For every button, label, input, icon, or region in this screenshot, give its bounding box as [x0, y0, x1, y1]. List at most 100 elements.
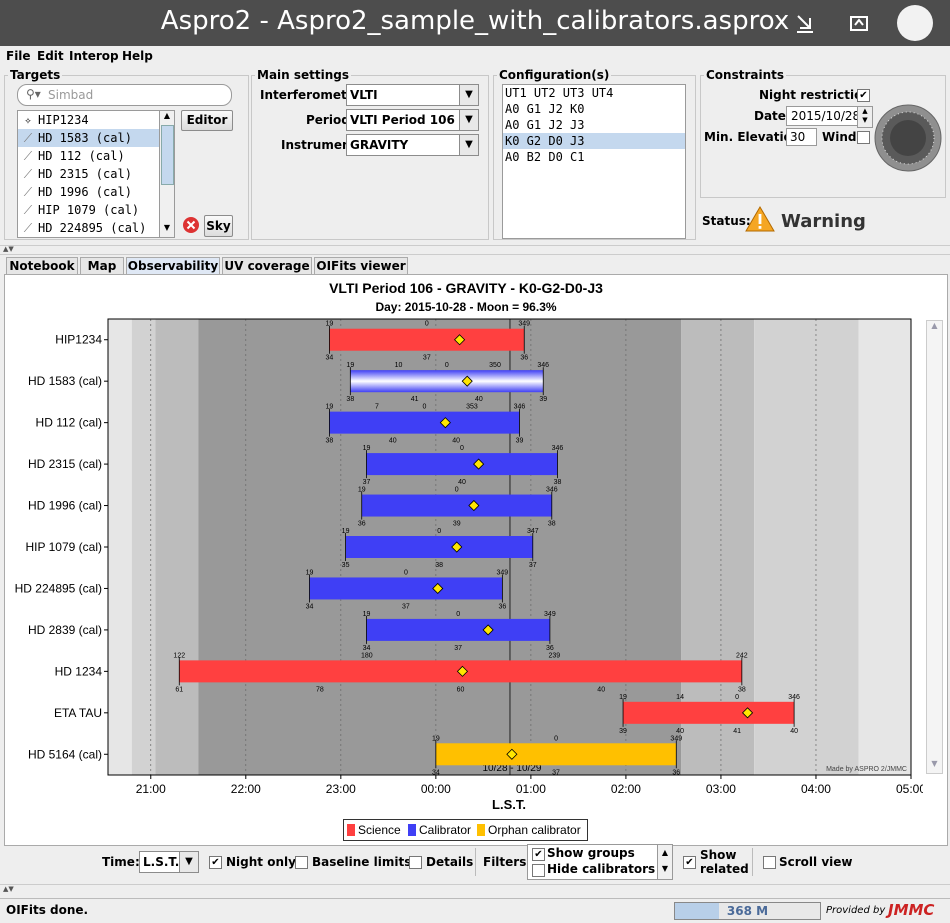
elevation-label: 40	[790, 728, 798, 735]
targets-list[interactable]: ✧ HIP1234 ⟋ HD 1583 (cal) ⟋ HD 112 (cal) ⟋ H…	[17, 110, 161, 238]
configurations-list[interactable]: UT1 UT2 UT3 UT4 A0 G1 J2 K0 A0 G1 J2 J3 …	[502, 84, 686, 239]
show-related-label-line1: Show	[700, 848, 737, 862]
config-item[interactable]: UT1 UT2 UT3 UT4	[505, 85, 685, 101]
azimuth-label: 19	[326, 321, 334, 328]
hide-calibrators-checkbox[interactable]	[532, 864, 545, 877]
legend-swatch-calibrator	[408, 824, 416, 836]
simbad-search-input[interactable]: ⚲▾ Simbad	[17, 84, 232, 106]
wind-compass-icon[interactable]	[874, 104, 942, 172]
scroll-view-label: Scroll view	[779, 855, 853, 869]
filters-scrollbar[interactable]: ▲ ▼	[657, 845, 672, 879]
wind-checkbox[interactable]	[857, 131, 870, 144]
period-select[interactable]: VLTI Period 106 ▼	[346, 109, 479, 131]
show-related-checkbox[interactable]: ✔	[683, 856, 696, 869]
interferometer-select[interactable]: VLTI ▼	[346, 84, 479, 106]
chart-scrollbar[interactable]: ▲ ▼	[926, 320, 943, 774]
elevation-label: 37	[423, 355, 431, 362]
scrollbar-thumb[interactable]	[161, 125, 174, 185]
baseline-limits-label: Baseline limits	[312, 855, 412, 869]
date-spinner[interactable]: ▲ ▼	[857, 106, 873, 128]
date-label: Date	[754, 109, 786, 123]
config-item[interactable]: A0 B2 D0 C1	[505, 149, 685, 165]
show-groups-checkbox[interactable]: ✔	[532, 848, 545, 861]
chart-watermark: Made by ASPRO 2/JMMC	[826, 766, 907, 773]
scroll-up-icon[interactable]: ▲	[160, 111, 174, 123]
details-checkbox[interactable]	[409, 856, 422, 869]
instrument-select[interactable]: GRAVITY ▼	[346, 134, 479, 156]
elevation-label: 36	[358, 521, 366, 528]
visibility-bar	[366, 453, 558, 476]
night-restriction-checkbox[interactable]: ✔	[857, 89, 870, 102]
azimuth-label: 19	[306, 569, 314, 576]
elevation-label: 78	[316, 686, 324, 693]
target-item-hd224895[interactable]: ⟋ HD 224895 (cal)	[18, 219, 160, 237]
tab-map[interactable]: Map	[80, 257, 124, 275]
target-item-hip1234[interactable]: ✧ HIP1234	[18, 111, 160, 129]
scroll-view-checkbox[interactable]	[763, 856, 776, 869]
azimuth-label: 349	[497, 569, 509, 576]
scroll-down-icon[interactable]: ▼	[927, 759, 942, 773]
menu-help[interactable]: Help	[122, 49, 153, 63]
azimuth-label: 0	[735, 694, 739, 701]
separator	[752, 848, 753, 876]
jmmc-logo: JMMC	[888, 901, 935, 919]
menu-file[interactable]: File	[6, 49, 31, 63]
azimuth-label: 19	[363, 445, 371, 452]
filters-list[interactable]: ✔ Show groups Hide calibrators ▲ ▼	[527, 844, 673, 880]
tab-oifits-viewer[interactable]: OIFits viewer	[314, 257, 408, 275]
targets-scrollbar[interactable]: ▲ ▼	[159, 110, 175, 238]
config-item-selected[interactable]: K0 G2 D0 J3	[503, 133, 685, 149]
azimuth-label: 353	[466, 404, 478, 411]
scroll-up-icon[interactable]: ▲	[927, 321, 942, 335]
maximize-icon[interactable]	[844, 8, 874, 38]
splitter[interactable]: ▲▼	[0, 884, 950, 895]
target-item-hd2315[interactable]: ⟋ HD 2315 (cal)	[18, 165, 160, 183]
target-item-hd112[interactable]: ⟋ HD 112 (cal)	[18, 147, 160, 165]
date-field[interactable]: 2015/10/28	[786, 106, 860, 126]
elevation-label: 61	[175, 686, 183, 693]
editor-button[interactable]: Editor	[181, 110, 233, 131]
status-message: OIFits done.	[6, 903, 89, 917]
config-item[interactable]: A0 G1 J2 K0	[505, 101, 685, 117]
calibrator-icon: ⟋	[23, 131, 33, 145]
x-tick-label: 02:00	[611, 782, 641, 796]
target-item-hd1996[interactable]: ⟋ HD 1996 (cal)	[18, 183, 160, 201]
azimuth-label: 0	[404, 569, 408, 576]
row-label: ETA TAU	[54, 706, 102, 720]
elevation-label: 39	[539, 396, 547, 403]
elevation-label: 39	[619, 728, 627, 735]
elevation-label: 41	[411, 396, 419, 403]
calibrator-icon: ⟋	[23, 221, 33, 235]
azimuth-label: 242	[736, 652, 748, 659]
remove-target-icon[interactable]	[182, 216, 200, 234]
azimuth-label: 180	[361, 652, 373, 659]
baseline-limits-checkbox[interactable]	[295, 856, 308, 869]
azimuth-label: 19	[363, 611, 371, 618]
period-label: Period	[306, 113, 350, 127]
tab-notebook[interactable]: Notebook	[6, 257, 78, 275]
memory-bar[interactable]: 368 M	[674, 902, 821, 920]
tab-uv-coverage[interactable]: UV coverage	[222, 257, 312, 275]
sky-button[interactable]: Sky	[204, 215, 233, 237]
elevation-label: 36	[520, 355, 528, 362]
visibility-bar	[345, 536, 533, 558]
chart-legend: Science Calibrator Orphan calibrator	[343, 819, 588, 841]
night-only-checkbox[interactable]: ✔	[209, 856, 222, 869]
tab-observability[interactable]: Observability	[126, 257, 220, 275]
close-window-button[interactable]	[897, 5, 933, 41]
time-select[interactable]: L.S.T. ▼	[139, 851, 199, 873]
splitter[interactable]: ▲▼	[0, 245, 950, 255]
min-elevation-field[interactable]: 30	[786, 128, 817, 146]
menu-edit[interactable]: Edit	[37, 49, 64, 63]
menu-interop[interactable]: Interop	[69, 49, 119, 63]
elevation-label: 36	[546, 645, 554, 652]
target-item-hip1079[interactable]: ⟋ HIP 1079 (cal)	[18, 201, 160, 219]
elevation-label: 35	[342, 562, 350, 569]
scroll-down-icon[interactable]: ▼	[160, 223, 174, 235]
visibility-bar	[329, 411, 520, 434]
minimize-icon[interactable]	[790, 8, 820, 38]
azimuth-label: 347	[527, 528, 539, 535]
config-item[interactable]: A0 G1 J2 J3	[505, 117, 685, 133]
show-groups-label: Show groups	[547, 846, 635, 860]
target-item-hd1583-selected[interactable]: ⟋ HD 1583 (cal)	[18, 129, 160, 147]
